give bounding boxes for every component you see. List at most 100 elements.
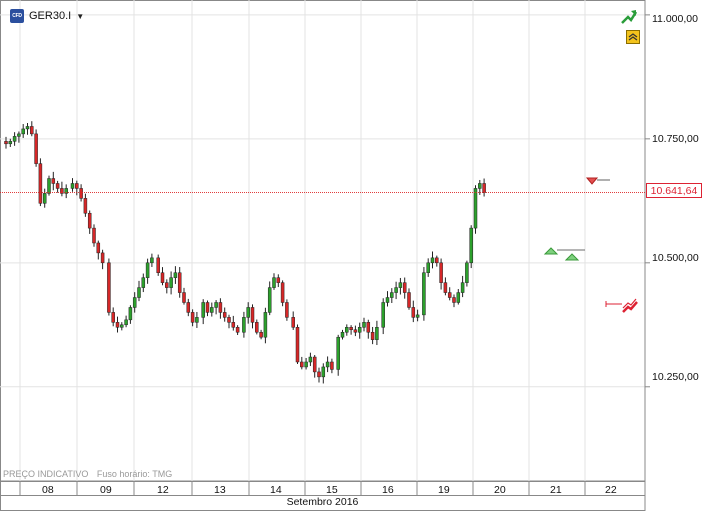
x-tick-label: 09 [100, 484, 112, 496]
candle-body [30, 126, 34, 135]
candle-body [150, 257, 154, 264]
candle-body [83, 198, 88, 214]
candle-body [55, 183, 60, 189]
candle-body [375, 327, 379, 340]
candle-body [201, 302, 205, 318]
candle-body [132, 297, 137, 308]
candle-body [362, 322, 366, 328]
candle-body [141, 277, 146, 288]
candle-body [300, 361, 304, 368]
candle-body [111, 312, 115, 323]
candle-body [443, 282, 448, 293]
candle-body [47, 178, 51, 194]
candle-body [160, 272, 165, 283]
candle-body [411, 307, 416, 318]
price-chart[interactable] [0, 0, 708, 511]
candle-body [267, 287, 272, 313]
y-tick-label: 10.750,00 [652, 133, 699, 145]
candle-body [25, 126, 30, 130]
candle-body [222, 312, 227, 318]
candle-body [227, 317, 231, 323]
candle-body [422, 272, 426, 316]
candle-body [415, 314, 420, 318]
candle-body [430, 257, 435, 264]
x-tick-label: 19 [438, 484, 450, 496]
yellow-collapse-icon[interactable] [626, 30, 640, 44]
candle-body [325, 361, 330, 368]
candle-body [291, 317, 295, 328]
candle-body [357, 327, 362, 333]
candle-body [304, 361, 308, 368]
instrument-selector[interactable]: CFD GER30.I ▼ [10, 7, 84, 25]
candle-body [17, 133, 21, 137]
x-tick-label: 13 [214, 484, 226, 496]
candle-body [75, 183, 79, 189]
candle-body [231, 322, 236, 328]
candle-body [100, 252, 105, 264]
candle-body [426, 262, 430, 273]
chart-window: CFD GER30.I ▼ 11.000,00 10.750,00 10.500… [0, 0, 708, 511]
candle-body [124, 319, 128, 326]
y-tick-label: 10.500,00 [652, 252, 699, 264]
x-tick-label: 22 [605, 484, 617, 496]
triangle-down-icon[interactable]: ▼ [76, 12, 84, 21]
candle-body [87, 212, 92, 229]
candle-body [165, 282, 169, 288]
candle-body [473, 188, 478, 229]
candle-body [385, 297, 390, 303]
candle-body [435, 257, 439, 264]
candle-body [308, 356, 313, 363]
y-tick-label: 10.250,00 [652, 371, 699, 383]
y-tick-label: 11.000,00 [652, 13, 698, 25]
candle-body [12, 136, 17, 142]
candle-body [246, 307, 250, 318]
candle-body [145, 262, 150, 278]
candle-body [190, 312, 195, 323]
candle-body [107, 262, 111, 313]
x-tick-label: 14 [270, 484, 282, 496]
candle-body [195, 317, 199, 323]
candle-body [96, 242, 101, 254]
timezone-label: Fuso horário: TMG [96, 469, 173, 479]
instrument-symbol: GER30.I [29, 10, 72, 22]
candle-body [250, 307, 255, 323]
candle-body [182, 292, 186, 303]
candle-body [280, 282, 285, 303]
candle-body [137, 287, 141, 298]
candle-body [370, 331, 375, 340]
candle-body [321, 366, 326, 378]
candle-body [173, 272, 178, 278]
x-tick-label: 12 [157, 484, 169, 496]
candle-body [242, 317, 246, 333]
candle-body [4, 141, 8, 145]
candle-body [407, 292, 411, 308]
candle-body [79, 188, 83, 199]
candle-body [460, 282, 465, 293]
red-signal-arrow-icon[interactable] [604, 296, 642, 316]
candle-body [312, 356, 317, 373]
candle-body [169, 277, 173, 288]
candle-body [478, 183, 482, 189]
candle-body [38, 163, 43, 204]
candle-body [205, 302, 210, 313]
green-trend-arrow-icon[interactable] [620, 8, 638, 26]
candle-body [218, 302, 223, 313]
candle-body [51, 178, 56, 184]
candle-body [214, 302, 218, 308]
plot-area [0, 0, 646, 482]
x-axis-strip [0, 481, 646, 496]
candle-body [128, 307, 133, 321]
candle-body [42, 193, 47, 204]
candle-body [402, 282, 407, 293]
candle-body [92, 227, 96, 244]
candle-body [285, 302, 289, 318]
x-tick-label: 08 [42, 484, 54, 496]
candle-body [398, 282, 403, 288]
candle-body [353, 329, 358, 333]
candle-body [439, 262, 443, 283]
candle-body [186, 302, 191, 313]
candle-body [381, 302, 385, 328]
candle-body [120, 324, 124, 328]
candle-body [330, 361, 334, 370]
x-tick-label: 20 [494, 484, 506, 496]
